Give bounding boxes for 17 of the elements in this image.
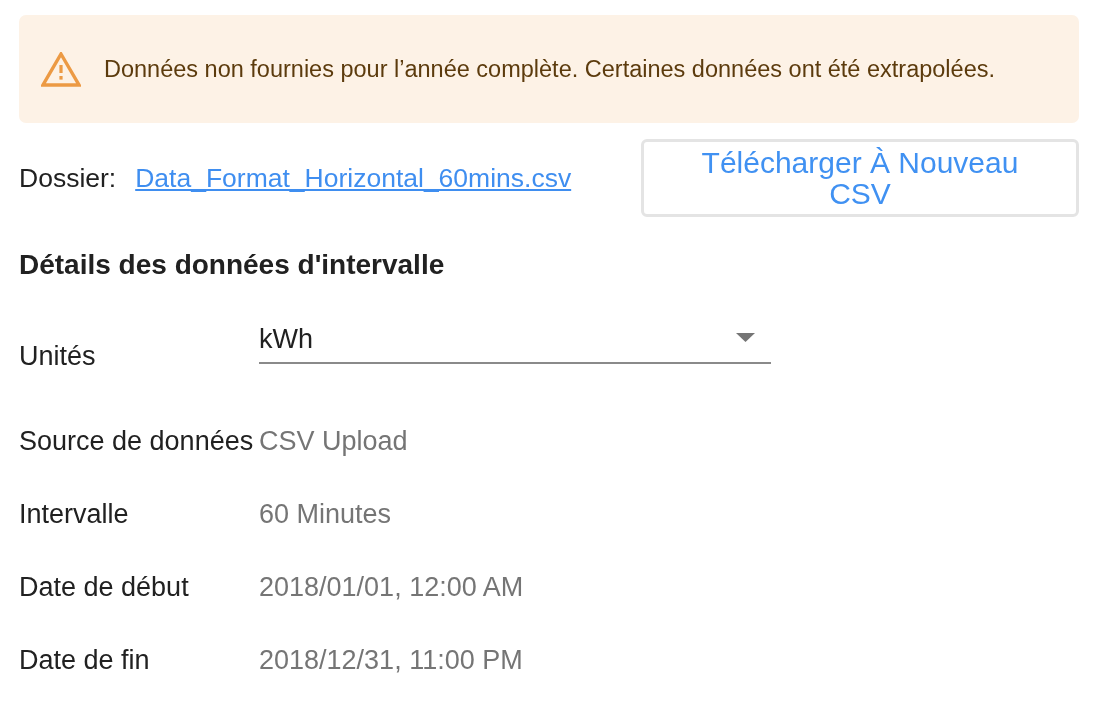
section-heading: Détails des données d'intervalle bbox=[19, 250, 445, 280]
reupload-button[interactable]: Télécharger À Nouveau CSV bbox=[641, 139, 1079, 217]
detail-label: Date de fin bbox=[19, 645, 151, 676]
file-label: Dossier: bbox=[19, 162, 117, 194]
detail-value: 2018/01/01, 12:00 AM bbox=[259, 572, 524, 603]
detail-label: Date de début bbox=[19, 572, 190, 603]
detail-value: 60 Minutes bbox=[259, 499, 392, 530]
units-label: Unités bbox=[19, 341, 97, 371]
detail-label: Source de données bbox=[19, 426, 255, 457]
alert-message: Données non fournies pour l’année complète. Certaines données ont été extrapolées. bbox=[104, 55, 995, 83]
units-dropdown[interactable]: kWh bbox=[259, 320, 771, 364]
detail-label: Intervalle bbox=[19, 499, 130, 530]
warning-icon bbox=[41, 51, 81, 87]
detail-value: CSV Upload bbox=[259, 426, 408, 457]
caret-icon bbox=[736, 333, 755, 342]
detail-value: 2018/12/31, 11:00 PM bbox=[259, 645, 523, 676]
file-link[interactable]: Data_Format_Horizontal_60mins.csv bbox=[135, 162, 572, 194]
